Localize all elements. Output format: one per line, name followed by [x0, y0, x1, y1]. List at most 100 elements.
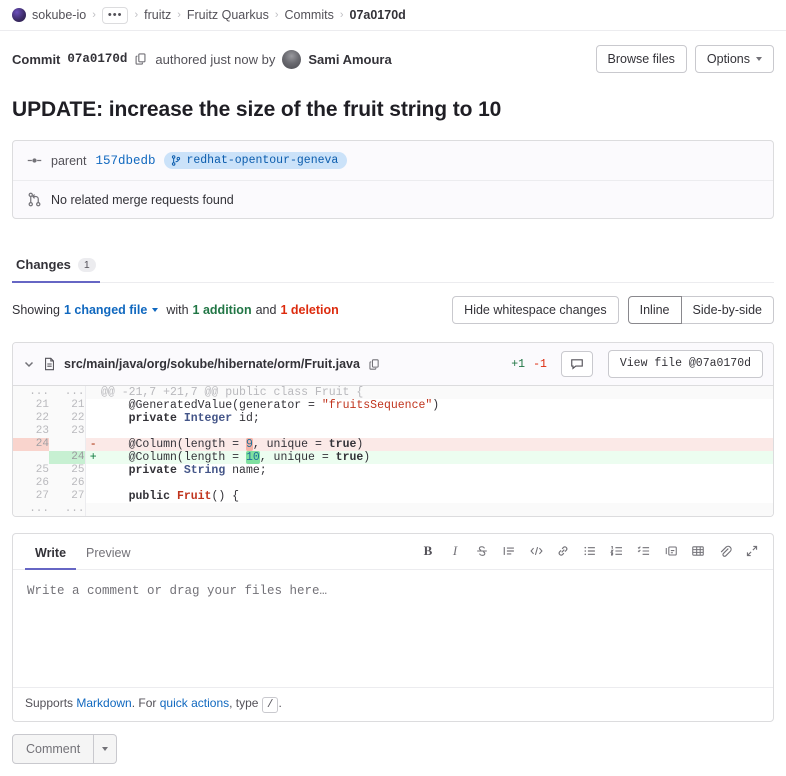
chevron-down-icon[interactable]	[152, 308, 159, 312]
breadcrumb-item-group[interactable]: sokube-io	[32, 8, 86, 22]
old-line-number[interactable]: 23	[13, 425, 49, 438]
old-line-number[interactable]: 22	[13, 412, 49, 425]
page-title: UPDATE: increase the size of the fruit s…	[12, 98, 502, 121]
new-line-number[interactable]: 27	[49, 490, 86, 503]
code-line	[101, 477, 773, 490]
additions-count: 1 addition	[192, 303, 252, 317]
quick-actions-link[interactable]: quick actions	[160, 696, 229, 710]
comment-icon	[570, 357, 584, 371]
code-line: private Integer id;	[128, 412, 260, 425]
comment-editor: Write Preview B I Write a comment or dra…	[12, 533, 774, 722]
comment-dropdown-button[interactable]	[94, 734, 118, 764]
numbered-list-icon[interactable]	[606, 540, 628, 562]
changes-tabs: Changes 1	[12, 249, 774, 283]
new-line-number[interactable]: ...	[49, 503, 86, 516]
strikethrough-icon[interactable]	[471, 540, 493, 562]
diff-view-toggle: Inline Side-by-side	[627, 296, 774, 324]
breadcrumb-item-commits[interactable]: Commits	[285, 8, 334, 22]
tab-changes[interactable]: Changes 1	[12, 250, 100, 283]
view-mode-inline[interactable]: Inline	[627, 296, 682, 324]
new-line-number[interactable]: 25	[49, 464, 86, 477]
new-line-number[interactable]: 21	[49, 399, 86, 412]
code-line: @Column(length = 10, unique = true)	[101, 451, 773, 464]
copy-icon[interactable]	[134, 52, 148, 66]
commit-sha: 07a0170d	[67, 52, 128, 66]
chevron-down-icon[interactable]	[23, 358, 35, 370]
new-line-number[interactable]: 23	[49, 425, 86, 438]
breadcrumb-item-project[interactable]: fruitz	[144, 8, 171, 22]
old-line-number[interactable]: 26	[13, 477, 49, 490]
changed-files-dropdown[interactable]: 1 changed file	[64, 303, 147, 317]
merge-request-text: No related merge requests found	[51, 192, 234, 207]
view-file-label: View file @07a0170d	[619, 357, 751, 370]
comment-split-button: Comment	[12, 734, 118, 764]
parent-sha-link[interactable]: 157dbedb	[95, 154, 155, 168]
with-text: with	[166, 303, 189, 317]
author-name[interactable]: Sami Amoura	[308, 52, 391, 67]
code-line: public Fruit() {	[128, 490, 240, 503]
editor-toolbar-row: Write Preview B I	[13, 534, 773, 570]
comment-input[interactable]	[25, 580, 761, 674]
diff-row-deletion: 24 - @Column(length = 9, unique = true)	[13, 438, 773, 451]
diff-row-context: 25 25 private String name;	[13, 464, 773, 477]
browse-files-button[interactable]: Browse files	[595, 45, 687, 73]
branch-name: redhat-opentour-geneva	[186, 154, 339, 167]
hide-whitespace-button[interactable]: Hide whitespace changes	[452, 296, 619, 324]
markdown-toolbar: B I	[417, 534, 773, 569]
task-list-icon[interactable]	[633, 540, 655, 562]
quote-icon[interactable]	[498, 540, 520, 562]
code-icon[interactable]	[525, 540, 547, 562]
merge-request-icon	[27, 192, 42, 207]
old-line-number[interactable]: 27	[13, 490, 49, 503]
markdown-link[interactable]: Markdown	[76, 696, 131, 710]
tab-write[interactable]: Write	[25, 537, 77, 570]
copy-icon[interactable]	[368, 358, 381, 371]
old-line-number: ...	[13, 386, 49, 399]
branch-badge[interactable]: redhat-opentour-geneva	[164, 152, 348, 169]
word-diff-removed: 9	[245, 438, 253, 451]
collapsible-section-icon[interactable]	[660, 540, 682, 562]
view-file-button[interactable]: View file @07a0170d	[607, 350, 763, 378]
file-additions-count: +1	[511, 357, 526, 371]
diff-hunk-header-row: ... ... @@ -21,7 +21,7 @@ public class F…	[13, 386, 773, 399]
merge-request-row: No related merge requests found	[13, 180, 773, 218]
new-line-number[interactable]: 24	[49, 451, 86, 464]
commit-header: Commit 07a0170d authored just now by Sam…	[0, 31, 786, 86]
add-comment-button[interactable]	[560, 351, 593, 377]
fullscreen-icon[interactable]	[741, 540, 763, 562]
authored-text: authored just now by	[155, 51, 276, 67]
old-line-number[interactable]: 25	[13, 464, 49, 477]
old-line-number[interactable]: 24	[13, 438, 49, 451]
diff-row-context: 21 21 @GeneratedValue(generator = "fruit…	[13, 399, 773, 412]
breadcrumb-item-project-name[interactable]: Fruitz Quarkus	[187, 8, 269, 22]
code-line	[101, 425, 773, 438]
showing-prefix: Showing	[12, 303, 60, 317]
breadcrumb-separator: ›	[274, 9, 279, 21]
breadcrumb-expand-button[interactable]: •••	[101, 6, 129, 24]
view-mode-side-by-side[interactable]: Side-by-side	[681, 296, 774, 324]
new-line-number[interactable]: 22	[49, 412, 86, 425]
bold-icon[interactable]: B	[417, 540, 439, 562]
type-text: , type	[229, 696, 259, 710]
old-line-number[interactable]: ...	[13, 503, 49, 516]
diff-expand-row[interactable]: ... ...	[13, 503, 773, 516]
comment-button[interactable]: Comment	[12, 734, 95, 764]
attachment-icon[interactable]	[714, 540, 736, 562]
file-path[interactable]: src/main/java/org/sokube/hibernate/orm/F…	[64, 357, 360, 371]
new-line-number: ...	[49, 386, 86, 399]
old-line-number[interactable]: 21	[13, 399, 49, 412]
deletion-sign: -	[85, 438, 101, 451]
breadcrumb-separator: ›	[134, 9, 139, 21]
link-icon[interactable]	[552, 540, 574, 562]
new-line-number[interactable]: 26	[49, 477, 86, 490]
italic-icon[interactable]: I	[444, 540, 466, 562]
bullet-list-icon[interactable]	[579, 540, 601, 562]
diff-summary-row: Showing 1 changed file with 1 addition a…	[0, 283, 786, 336]
word-diff-added: 10	[245, 451, 260, 464]
avatar[interactable]	[282, 49, 302, 69]
parent-label: parent	[51, 153, 87, 168]
chevron-down-icon	[102, 747, 109, 751]
tab-preview[interactable]: Preview	[76, 537, 140, 570]
table-icon[interactable]	[687, 540, 709, 562]
options-button[interactable]: Options	[694, 45, 774, 73]
